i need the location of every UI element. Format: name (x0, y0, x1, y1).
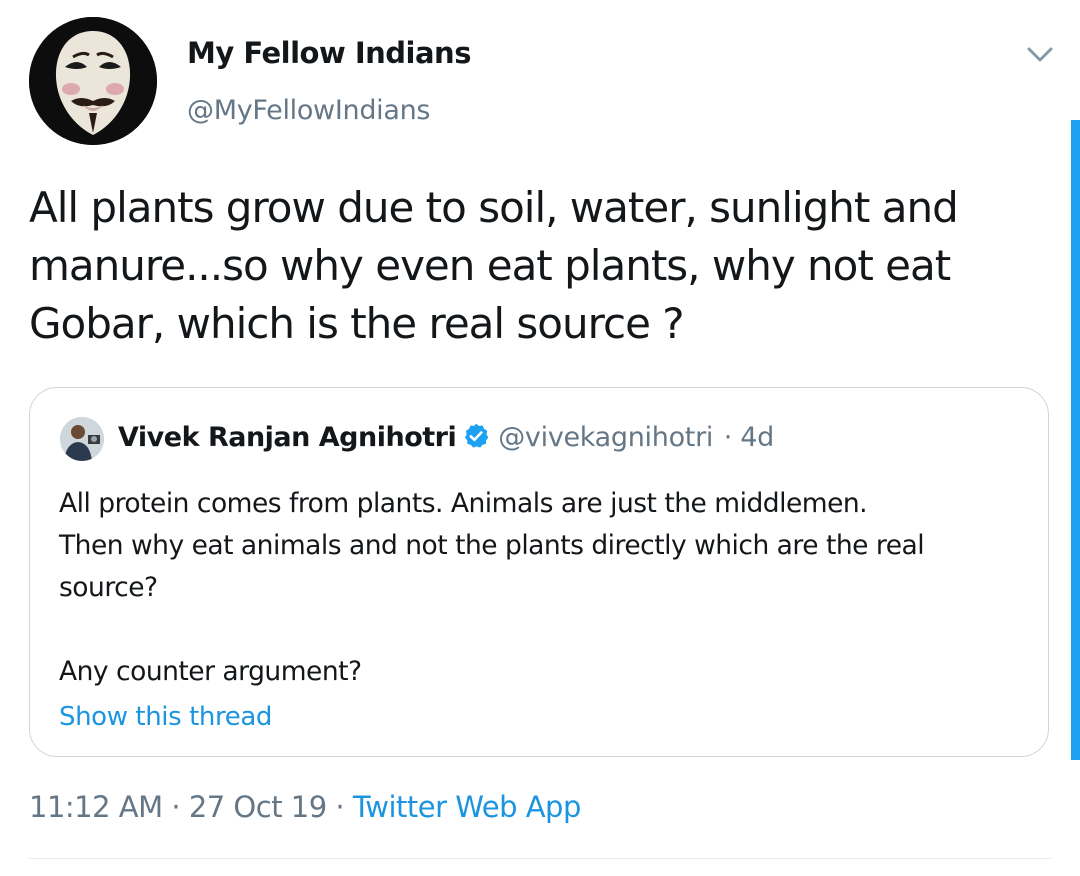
quoted-author-avatar (60, 417, 104, 461)
author-display-name[interactable]: My Fellow Indians (187, 36, 471, 70)
scrollbar[interactable] (1071, 120, 1080, 760)
divider (29, 858, 1051, 859)
separator: · (335, 790, 345, 824)
quoted-handle: @vivekagnihotri (498, 422, 714, 453)
tweet-text: All plants grow due to soil, water, sunl… (29, 179, 1039, 353)
quoted-display-name: Vivek Ranjan Agnihotri (118, 422, 457, 453)
tweet-footer: 11:12 AM · 27 Oct 19 · Twitter Web App (29, 790, 581, 824)
show-thread-link[interactable]: Show this thread (59, 696, 272, 738)
quoted-body-line: All protein comes from plants. Animals a… (59, 488, 868, 519)
tweet-text-line: All plants grow due to soil, water, sunl… (29, 183, 959, 232)
chevron-down-icon[interactable] (1024, 42, 1056, 66)
quoted-body: All protein comes from plants. Animals a… (59, 483, 1019, 738)
verified-badge-icon (462, 422, 490, 450)
quoted-tweet-card[interactable]: Vivek Ranjan Agnihotri @vivekagnihotri · … (29, 387, 1049, 757)
quoted-age: · 4d (723, 422, 775, 453)
separator: · (171, 790, 181, 824)
source-app-link[interactable]: Twitter Web App (353, 790, 582, 824)
tweet-date[interactable]: 27 Oct 19 (189, 790, 327, 824)
quoted-body-line: Then why eat animals and not the plants … (59, 530, 925, 561)
tweet-text-line: manure...so why even eat plants, why not… (29, 241, 951, 290)
tweet-time[interactable]: 11:12 AM (29, 790, 163, 824)
quoted-body-line: Any counter argument? (59, 656, 362, 687)
quoted-body-line: source? (59, 572, 158, 603)
tweet-text-line: Gobar, which is the real source ? (29, 299, 685, 348)
author-avatar[interactable] (29, 17, 157, 145)
quoted-header: Vivek Ranjan Agnihotri @vivekagnihotri · … (118, 422, 774, 453)
author-handle[interactable]: @MyFellowIndians (187, 95, 430, 126)
